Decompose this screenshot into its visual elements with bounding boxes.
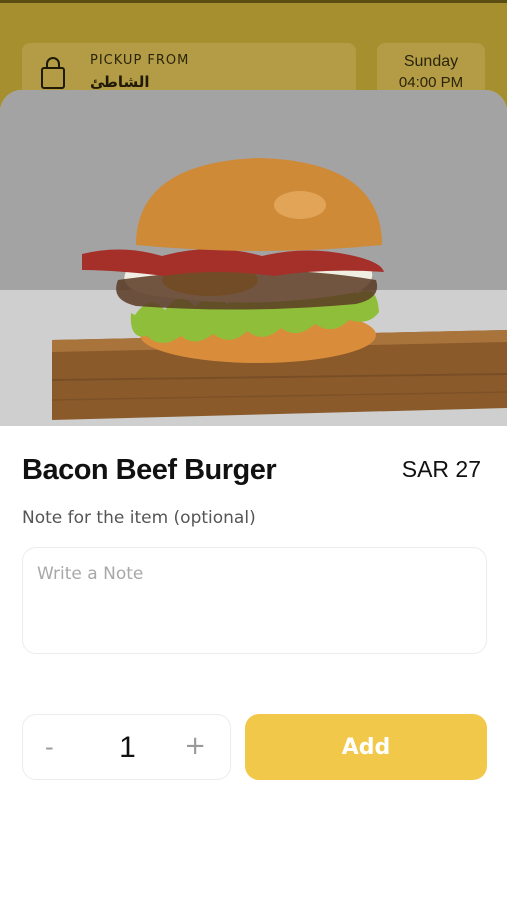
note-label: Note for the item (optional) — [22, 508, 256, 528]
pickup-time: 04:00 PM — [398, 74, 464, 91]
pickup-day: Sunday — [403, 53, 459, 70]
item-image — [0, 90, 507, 426]
increase-quantity-button[interactable]: + — [184, 731, 206, 761]
shopping-bag-icon — [41, 57, 65, 89]
quantity-stepper: - 1 + — [22, 714, 231, 780]
note-input[interactable] — [22, 547, 487, 654]
item-name: Bacon Beef Burger — [22, 454, 277, 486]
item-price: SAR 27 — [401, 456, 481, 482]
pickup-location: الشاطئ — [90, 73, 150, 91]
add-to-cart-button[interactable]: Add — [245, 714, 487, 780]
pickup-label: PICKUP FROM — [90, 53, 190, 68]
